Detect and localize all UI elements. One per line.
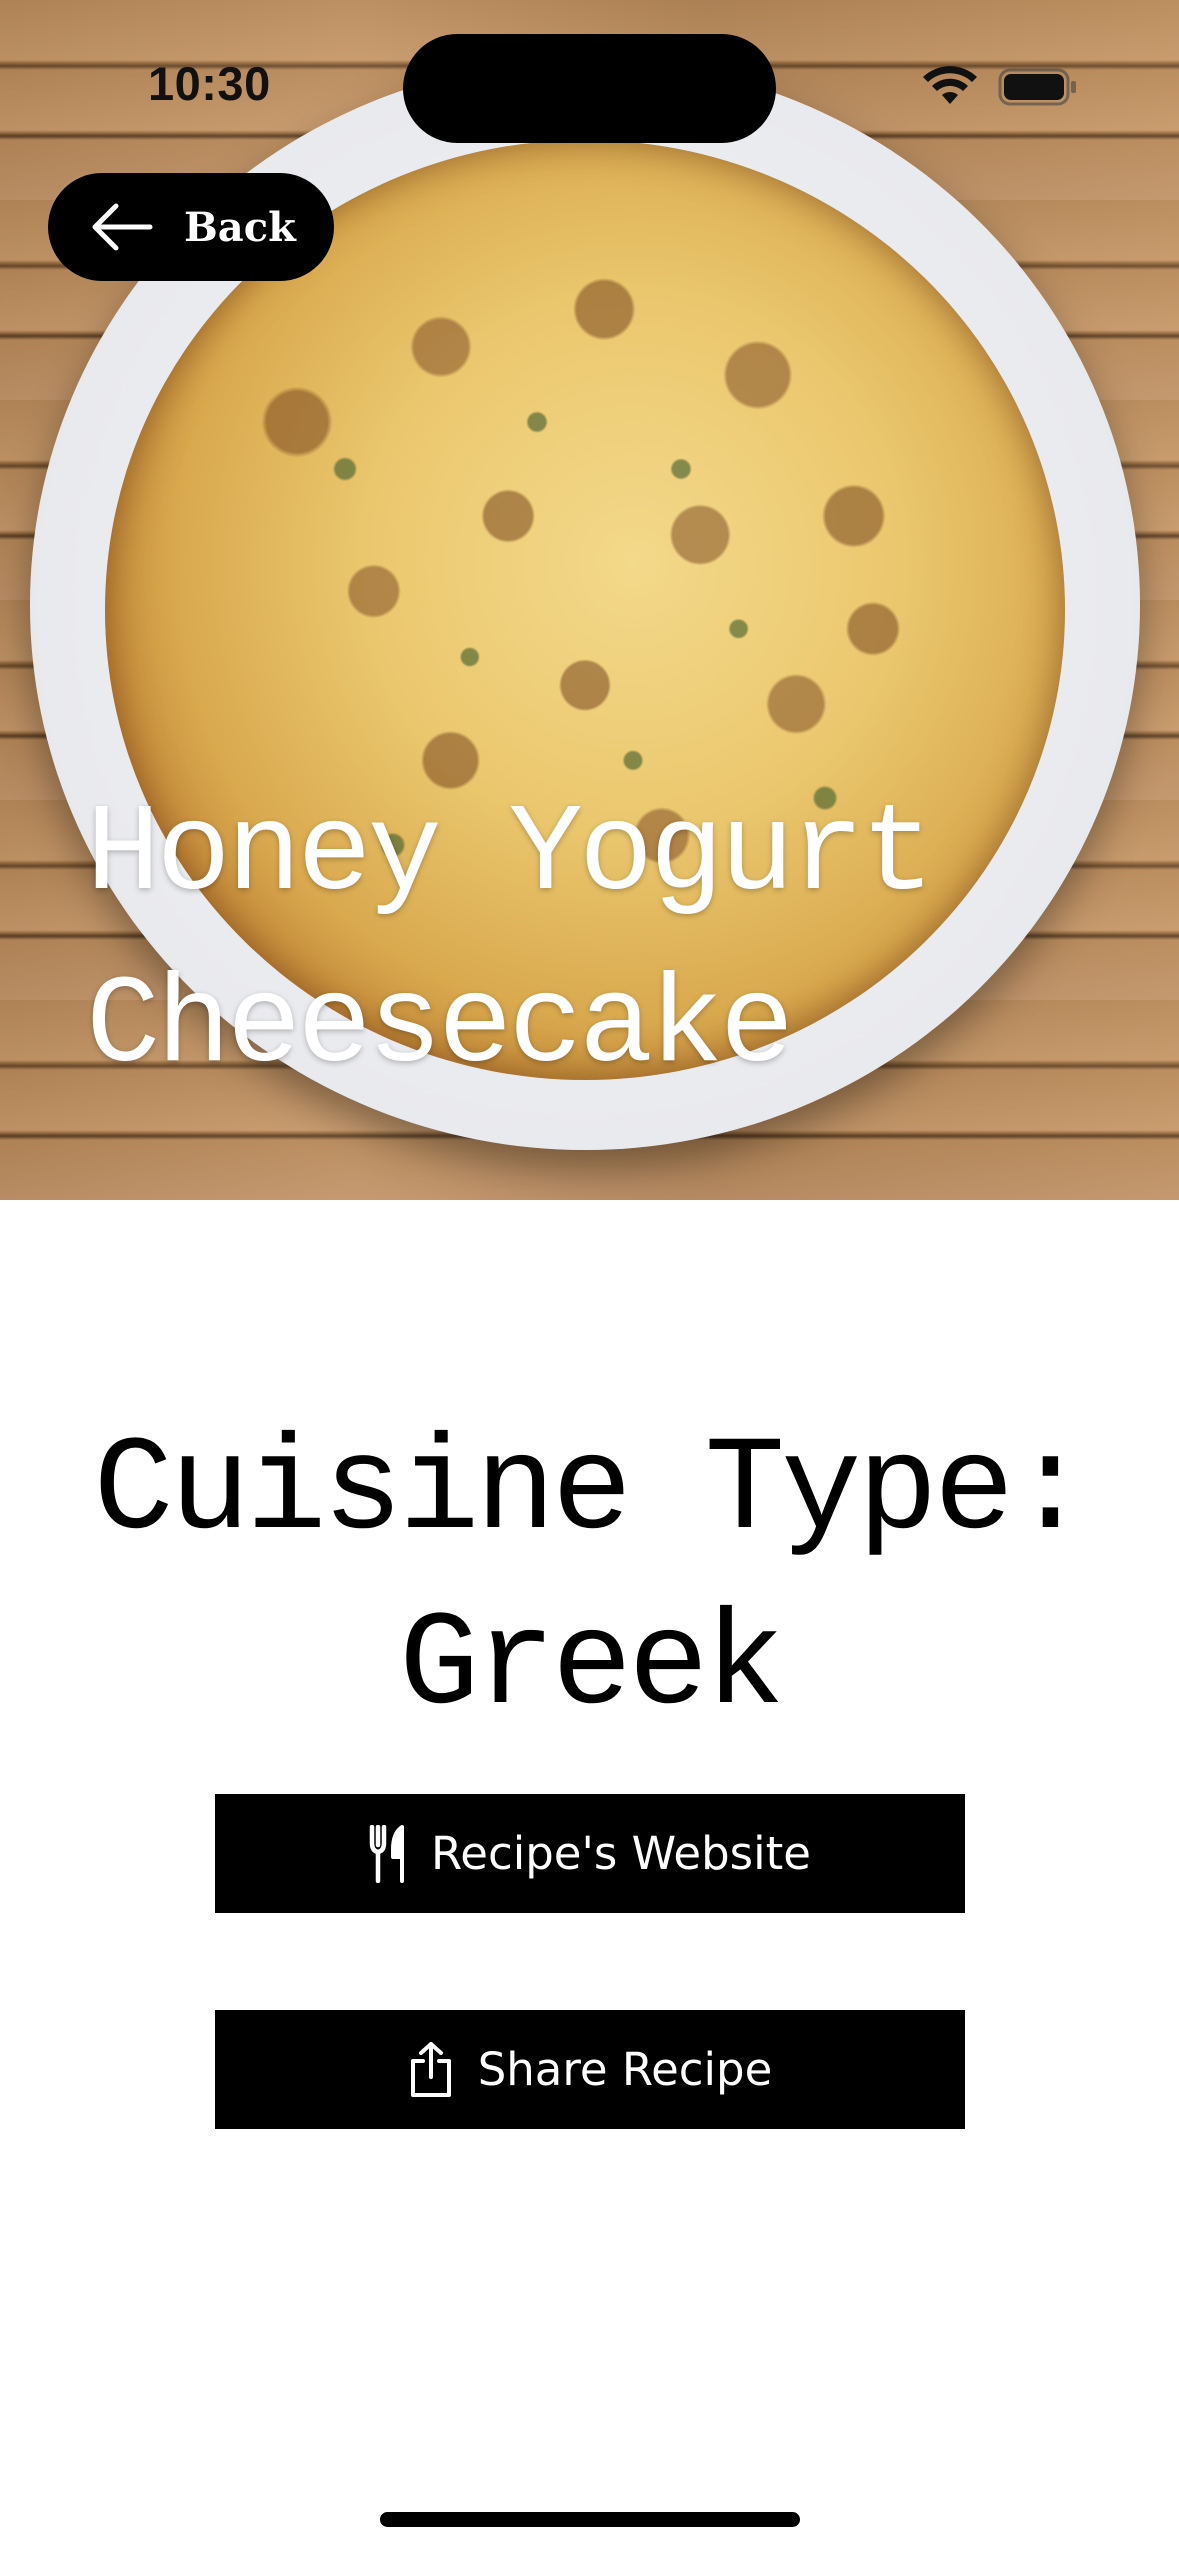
cuisine-type-label: Cuisine Type: (93, 1416, 1090, 1568)
recipe-website-button[interactable]: Recipe's Website (215, 1794, 965, 1913)
cuisine-type-value: Greek (398, 1591, 785, 1743)
recipe-website-label: Recipe's Website (431, 1827, 811, 1880)
share-icon (410, 2041, 451, 2097)
fork-knife-icon (369, 1824, 405, 1883)
back-label: Back (184, 203, 296, 251)
status-bar-time: 10:30 (148, 57, 271, 110)
arrow-left-icon (92, 203, 153, 251)
home-indicator[interactable] (380, 2512, 800, 2527)
share-recipe-button[interactable]: Share Recipe (215, 2010, 965, 2129)
dynamic-island (403, 34, 776, 143)
share-recipe-label: Share Recipe (477, 2043, 773, 2096)
back-button[interactable]: Back (48, 173, 334, 281)
recipe-title: Honey Yogurt Cheesecake (86, 786, 935, 1098)
cuisine-type: Cuisine Type: Greek (60, 1405, 1120, 1755)
wifi-icon (923, 66, 977, 104)
battery-icon (998, 68, 1076, 106)
